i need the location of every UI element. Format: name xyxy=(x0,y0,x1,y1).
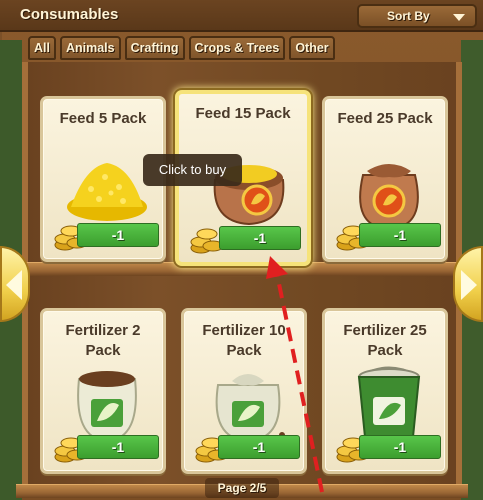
buy-price-button[interactable]: -1 xyxy=(77,223,159,247)
buy-price-button[interactable]: -1 xyxy=(359,223,441,247)
item-name: Feed 5 Pack xyxy=(59,110,147,127)
chevron-down-icon xyxy=(453,14,465,21)
tab-other[interactable]: Other xyxy=(289,36,335,60)
arrow-left-icon xyxy=(6,270,22,300)
item-card-feed-25-pack[interactable]: Feed 25 Pack -1 xyxy=(322,96,448,262)
category-tabs: All Animals Crafting Crops & Trees Other xyxy=(28,36,335,60)
header-bar: Consumables Sort By xyxy=(0,0,483,32)
buy-price-button[interactable]: -1 xyxy=(218,435,300,459)
page-indicator: Page 2/5 xyxy=(205,478,279,498)
sort-label: Sort By xyxy=(387,9,430,23)
item-card-fertilizer-10-pack[interactable]: Fertilizer 10 Pack -1 xyxy=(181,308,307,474)
item-name: Fertilizer 10 Pack xyxy=(202,322,286,359)
tab-crafting[interactable]: Crafting xyxy=(124,36,185,60)
item-name: Fertilizer 25 Pack xyxy=(343,322,427,359)
item-card-fertilizer-2-pack[interactable]: Fertilizer 2 Pack -1 xyxy=(40,308,166,474)
item-name: Feed 15 Pack xyxy=(195,105,291,122)
buy-tooltip: Click to buy xyxy=(143,154,242,186)
feed-sack-tied-icon xyxy=(359,164,419,229)
feed-pile-icon xyxy=(67,163,147,221)
buy-price-button[interactable]: -1 xyxy=(359,435,441,459)
item-card-fertilizer-25-pack[interactable]: Fertilizer 25 Pack -1 xyxy=(322,308,448,474)
buy-price-button[interactable]: -1 xyxy=(219,226,301,250)
tab-crops-trees[interactable]: Crops & Trees xyxy=(188,36,286,60)
tab-animals[interactable]: Animals xyxy=(59,36,121,60)
item-name: Feed 25 Pack xyxy=(337,110,433,127)
window-title: Consumables xyxy=(20,6,119,23)
sort-dropdown[interactable]: Sort By xyxy=(357,4,477,28)
arrow-right-icon xyxy=(461,270,477,300)
buy-price-button[interactable]: -1 xyxy=(77,435,159,459)
tab-all[interactable]: All xyxy=(28,36,56,60)
item-name: Fertilizer 2 Pack xyxy=(65,322,141,359)
